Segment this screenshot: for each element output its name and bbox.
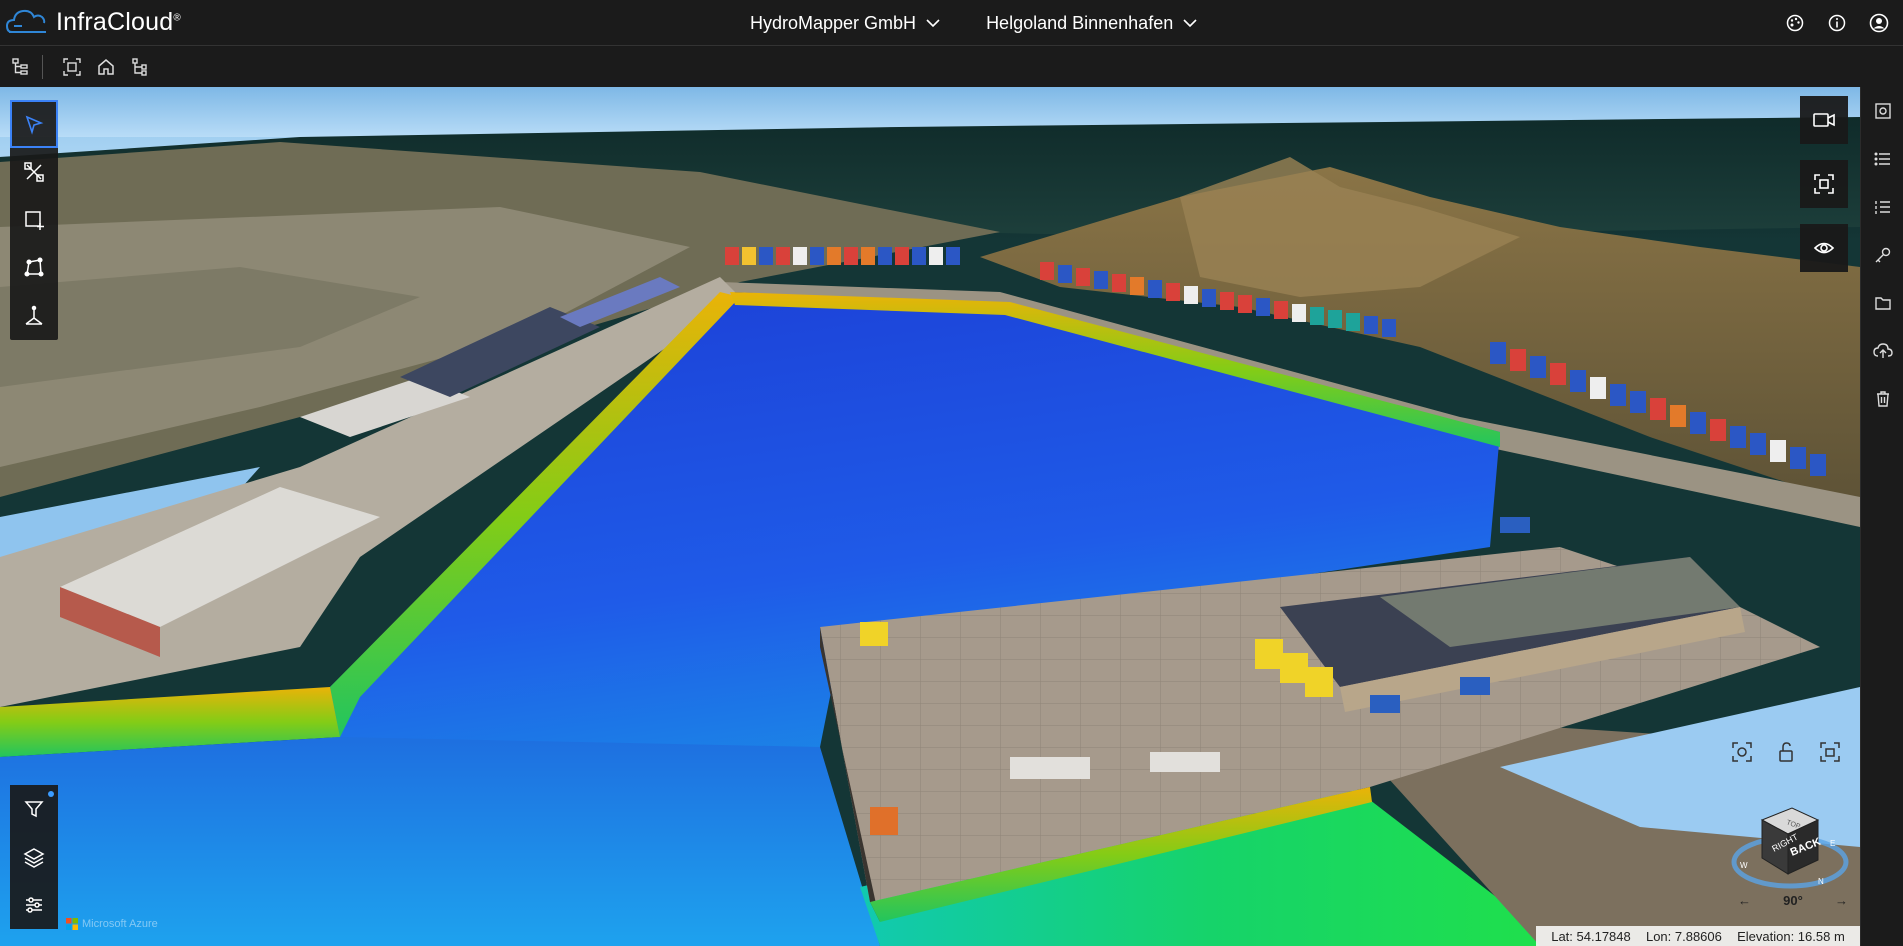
organization-dropdown[interactable]: HydroMapper GmbH (750, 13, 940, 34)
account-icon[interactable] (1869, 13, 1889, 33)
chevron-down-icon (1183, 19, 1197, 28)
view-panel-icon[interactable] (1861, 87, 1903, 135)
key-icon[interactable] (1861, 231, 1903, 279)
3d-viewport[interactable]: Microsoft Azure RIGHT BACK TOP E N W ← 9… (0, 87, 1860, 946)
visibility-eye-icon[interactable] (1800, 224, 1848, 272)
logo-text: InfraCloud® (56, 7, 181, 36)
angle-row: ← 90° → (1738, 893, 1848, 908)
cloud-upload-icon[interactable] (1861, 327, 1903, 375)
attribution-text: Microsoft Azure (82, 918, 158, 930)
trash-icon[interactable] (1861, 375, 1903, 423)
organization-label: HydroMapper GmbH (750, 12, 917, 33)
unlock-icon[interactable] (1774, 740, 1798, 764)
chevron-down-icon (926, 19, 940, 28)
microsoft-logo-icon (66, 918, 78, 930)
folder-icon[interactable] (1861, 279, 1903, 327)
coordinate-status-bar: Lat: 54.17848 Lon: 7.88606 Elevation: 16… (1536, 926, 1860, 946)
right-sidebar (1860, 87, 1903, 946)
sliders-icon[interactable] (10, 881, 58, 929)
project-dropdown[interactable]: Helgoland Binnenhafen (986, 13, 1197, 34)
compass-e: E (1830, 839, 1835, 848)
longitude-readout: Lon: 7.88606 (1645, 928, 1722, 944)
add-box-icon[interactable] (10, 196, 58, 244)
latitude-readout: Lat: 54.17848 (1551, 928, 1631, 944)
compass-w: W (1740, 861, 1748, 870)
compass-n: N (1818, 877, 1824, 886)
focus-frame-icon[interactable] (1800, 160, 1848, 208)
list-icon[interactable] (1861, 135, 1903, 183)
home-icon[interactable] (93, 54, 119, 80)
axis-icon[interactable] (10, 292, 58, 340)
ordered-list-icon[interactable] (1861, 183, 1903, 231)
info-icon[interactable] (1827, 13, 1847, 33)
target-icon[interactable] (1730, 740, 1754, 764)
project-label: Helgoland Binnenhafen (986, 12, 1174, 33)
cloud-logo-icon (6, 9, 46, 33)
navigation-cube[interactable]: RIGHT BACK TOP E N W (1728, 780, 1852, 904)
select-arrow-icon[interactable] (10, 100, 58, 148)
screenshot-icon[interactable] (1818, 740, 1842, 764)
app-logo[interactable]: InfraCloud® (6, 6, 181, 38)
filter-icon[interactable] (10, 785, 58, 833)
rotate-left-icon[interactable]: ← (1738, 893, 1751, 908)
angle-readout: 90° (1783, 893, 1803, 908)
rotate-right-icon[interactable]: → (1835, 893, 1848, 908)
harbor-scene (0, 87, 1860, 946)
elevation-readout: Elevation: 16.58 m (1737, 928, 1845, 944)
polygon-icon[interactable] (10, 244, 58, 292)
palette-icon[interactable] (1785, 13, 1805, 33)
tool-palette (10, 100, 58, 340)
hierarchy-icon[interactable] (127, 54, 153, 80)
filter-active-dot (48, 791, 54, 797)
map-attribution: Microsoft Azure (66, 918, 158, 930)
layers-icon[interactable] (10, 833, 58, 881)
measure-tools-icon[interactable] (10, 148, 58, 196)
toolbar-divider (42, 55, 43, 79)
fit-view-icon[interactable] (59, 54, 85, 80)
video-camera-icon[interactable] (1800, 96, 1848, 144)
view-toolbar (0, 47, 1903, 87)
top-bar: InfraCloud® HydroMapper GmbH Helgoland B… (0, 0, 1903, 46)
right-float-buttons (1800, 96, 1848, 288)
bottom-tool-palette (10, 785, 58, 929)
tree-icon[interactable] (8, 54, 34, 80)
view-controls (1730, 740, 1842, 764)
